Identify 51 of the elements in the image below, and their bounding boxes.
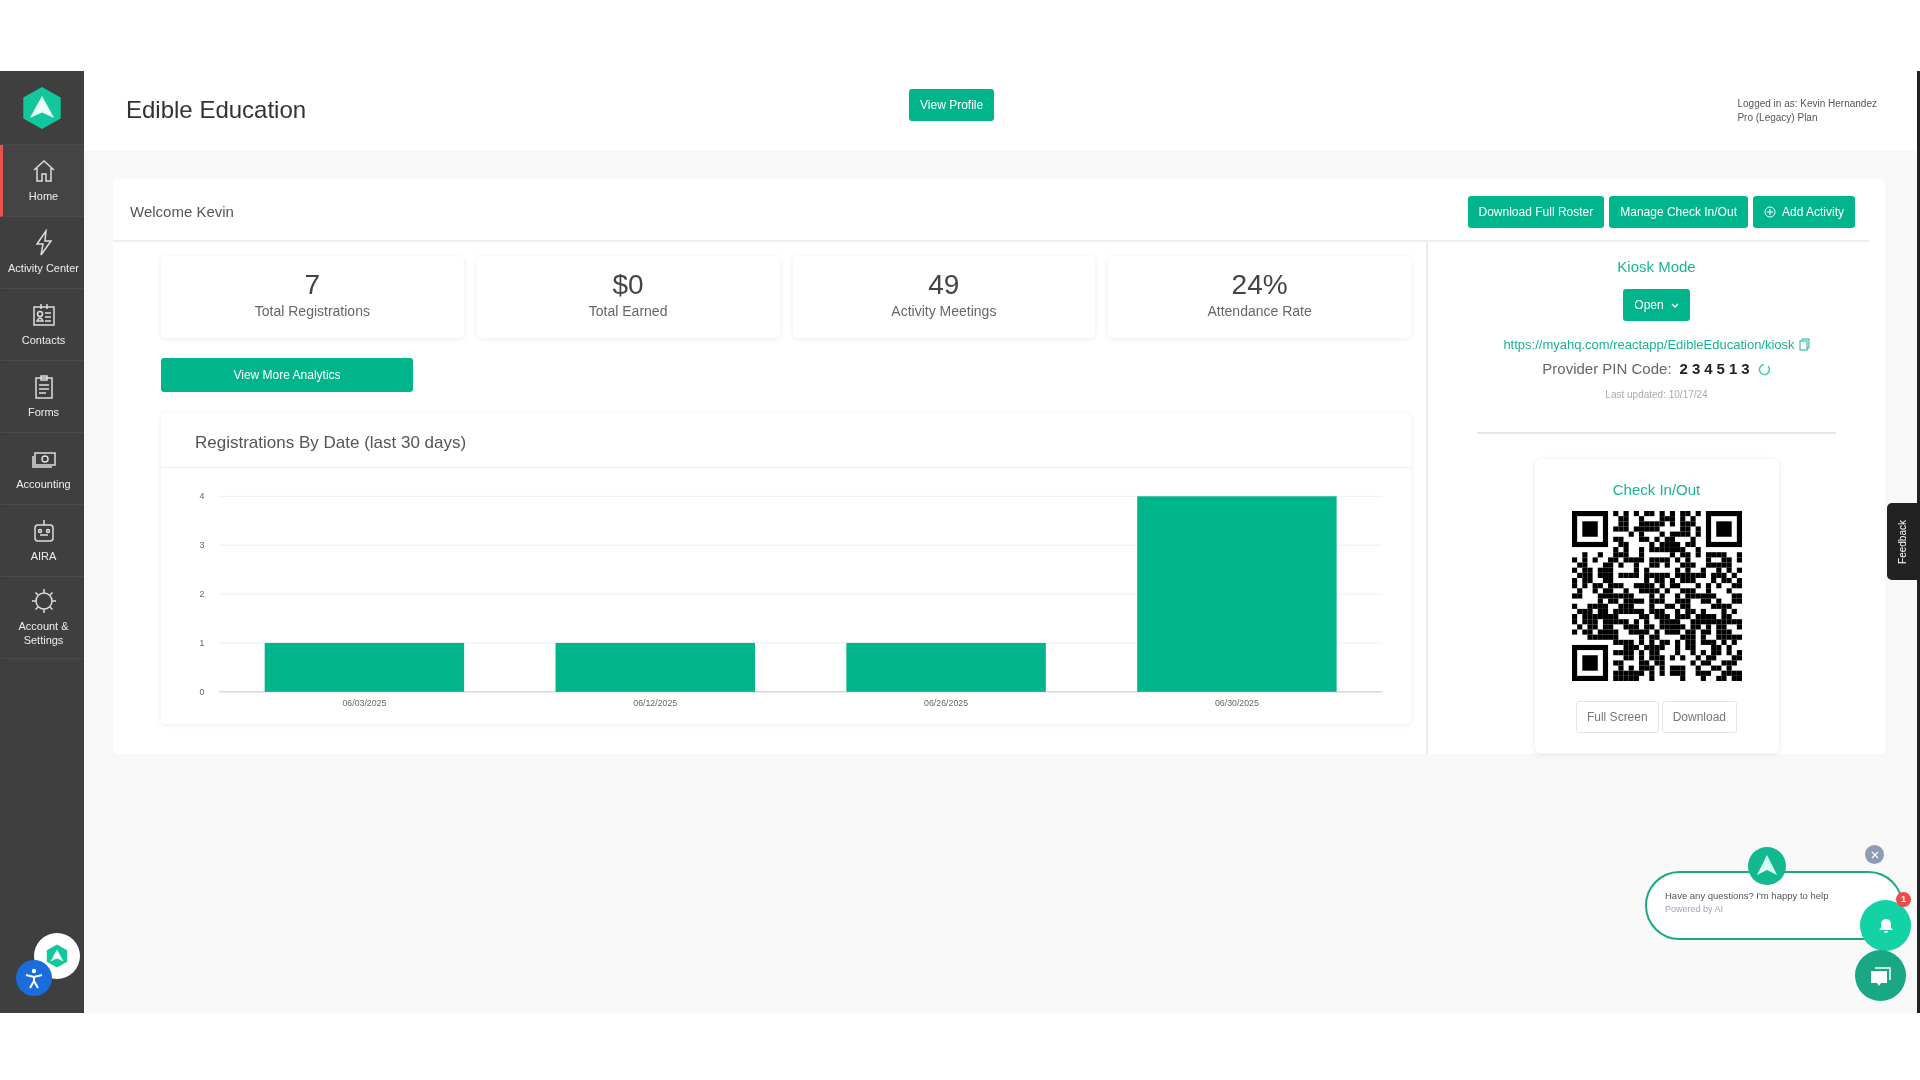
notification-badge: 1 bbox=[1896, 892, 1911, 907]
stat-label: Total Earned bbox=[587, 301, 669, 321]
qr-action-button[interactable]: Full Screen bbox=[1575, 701, 1659, 733]
sidebar-item[interactable]: Home bbox=[0, 145, 84, 217]
powered-by-text: Powered by AI bbox=[1665, 903, 1725, 917]
updated-text: Last updated: 10/17/24 bbox=[1605, 387, 1708, 402]
page-title: Edible Education bbox=[126, 96, 307, 125]
axis-label: 06/12/2025 bbox=[633, 697, 678, 708]
axis-label: 4 bbox=[199, 491, 205, 502]
axis-label: 1 bbox=[199, 638, 205, 649]
chat-button[interactable] bbox=[1855, 950, 1906, 1001]
feedback-tab[interactable]: Feedback bbox=[1887, 503, 1917, 580]
axis-label: 06/26/2025 bbox=[924, 697, 969, 708]
refresh-icon[interactable] bbox=[1757, 362, 1771, 376]
notification-button[interactable] bbox=[1860, 900, 1911, 951]
axis-label: 0 bbox=[199, 686, 205, 697]
stat-label: Total Registrations bbox=[253, 301, 371, 321]
user-link[interactable]: Kevin Hernandez bbox=[1800, 97, 1877, 109]
check-in-title: Check In/Out bbox=[1612, 479, 1701, 500]
axis-label: 06/30/2025 bbox=[1214, 697, 1259, 708]
stat-value: $0 bbox=[611, 270, 645, 301]
axis-label: 06/03/2025 bbox=[342, 697, 387, 708]
close-icon bbox=[1870, 850, 1879, 859]
accessibility-button[interactable] bbox=[16, 960, 52, 996]
caret-icon bbox=[1670, 302, 1679, 308]
qr-action-button[interactable]: Download bbox=[1661, 701, 1738, 733]
plus-circle-icon bbox=[1763, 206, 1776, 218]
welcome-text: Welcome Kevin bbox=[130, 201, 234, 222]
chart-title: Registrations By Date (last 30 days) bbox=[161, 412, 1411, 469]
logo-icon[interactable] bbox=[20, 85, 64, 130]
axis-label: 2 bbox=[199, 589, 205, 600]
kiosk-title: Kiosk Mode bbox=[1617, 257, 1696, 277]
stat-label: Attendance Rate bbox=[1206, 301, 1313, 321]
stat-label: Activity Meetings bbox=[890, 301, 998, 321]
chat-message: Have any questions? I'm happy to help bbox=[1665, 889, 1829, 903]
stat-value: 7 bbox=[303, 270, 322, 301]
gear-icon bbox=[29, 587, 58, 615]
person-icon bbox=[23, 967, 45, 989]
pin-label: Provider PIN Code: bbox=[1542, 359, 1672, 379]
pin-code: 234513 bbox=[1679, 359, 1754, 379]
logo-icon bbox=[45, 944, 69, 968]
login-info: Logged in as: Kevin Hernandez bbox=[1737, 96, 1877, 111]
speech-bubbles-icon bbox=[1869, 964, 1892, 987]
bell-icon bbox=[1877, 917, 1894, 934]
close-button[interactable] bbox=[1865, 845, 1884, 864]
copy-icon[interactable] bbox=[1798, 337, 1810, 351]
plan-label: Pro (Legacy) Plan bbox=[1737, 110, 1819, 125]
stat-value: 24% bbox=[1230, 270, 1289, 301]
stat-value: 49 bbox=[927, 270, 961, 301]
logo-icon bbox=[1747, 846, 1787, 886]
axis-label: 3 bbox=[199, 540, 205, 551]
